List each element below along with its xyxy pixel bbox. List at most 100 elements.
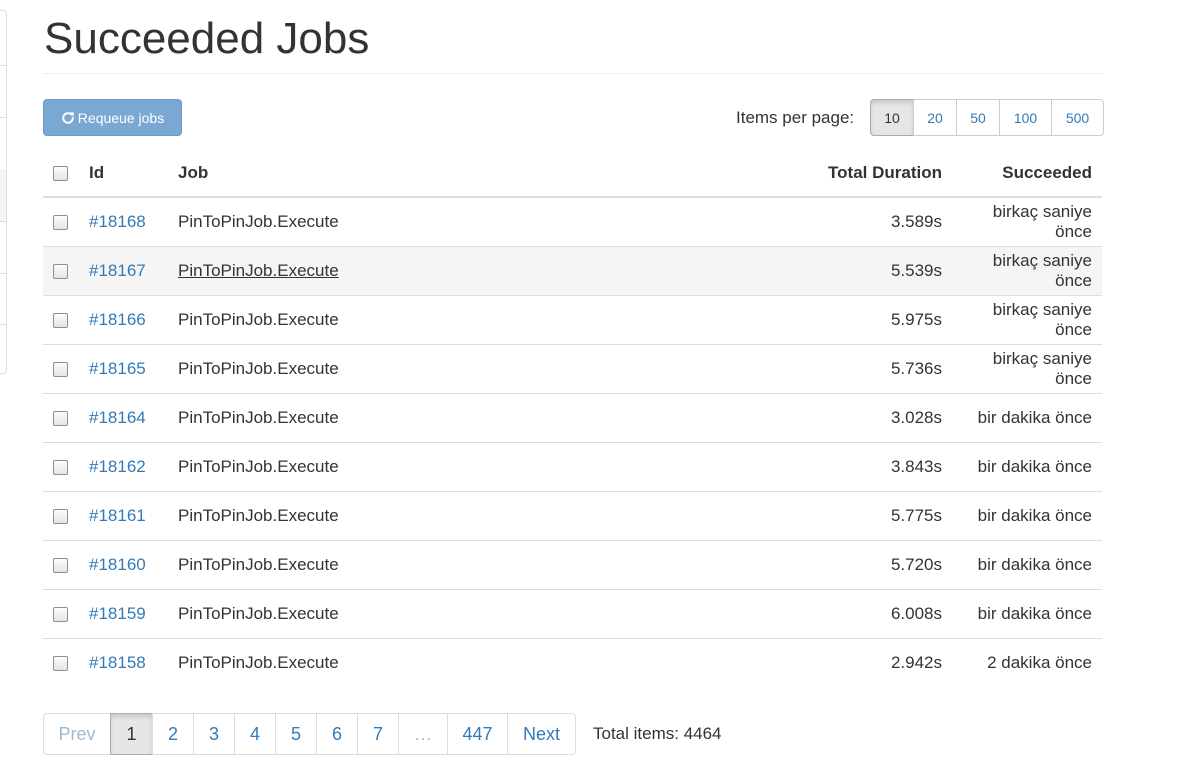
job-id-link[interactable]: #18162 xyxy=(89,457,146,476)
pagination-page-6[interactable]: 6 xyxy=(316,713,358,755)
job-id-link[interactable]: #18165 xyxy=(89,359,146,378)
row-succeeded: bir dakika önce xyxy=(952,588,1102,638)
row-job-cell: PinToPinJob.Execute xyxy=(168,490,772,540)
jobs-table: Id Job Total Duration Succeeded #18168 Pi… xyxy=(43,150,1102,687)
row-id-cell: #18160 xyxy=(89,539,168,589)
row-id-cell: #18168 xyxy=(89,197,168,246)
items-per-page-20[interactable]: 20 xyxy=(913,99,957,136)
sidebar-edge xyxy=(0,10,7,374)
row-id-cell: #18159 xyxy=(89,588,168,638)
row-duration: 5.775s xyxy=(772,490,952,540)
pagination-page-5[interactable]: 5 xyxy=(275,713,317,755)
items-per-page-label: Items per page: xyxy=(736,108,855,127)
items-per-page-500[interactable]: 500 xyxy=(1051,99,1104,136)
table-row[interactable]: #18166 PinToPinJob.Execute 5.975s birkaç sa… xyxy=(43,294,1102,344)
row-duration: 5.975s xyxy=(772,294,952,344)
row-job-cell: PinToPinJob.Execute xyxy=(168,197,772,246)
row-job-cell: PinToPinJob.Execute xyxy=(168,245,772,295)
pagination-page-7[interactable]: 7 xyxy=(357,713,399,755)
requeue-jobs-button[interactable]: Requeue jobs xyxy=(43,99,182,136)
job-name-link[interactable]: PinToPinJob.Execute xyxy=(178,310,339,329)
row-succeeded: bir dakika önce xyxy=(952,539,1102,589)
row-id-cell: #18162 xyxy=(89,441,168,491)
job-name-link[interactable]: PinToPinJob.Execute xyxy=(178,604,339,623)
row-id-cell: #18166 xyxy=(89,294,168,344)
pagination-page-4[interactable]: 4 xyxy=(234,713,276,755)
row-checkbox-cell xyxy=(43,245,89,295)
job-id-link[interactable]: #18167 xyxy=(89,261,146,280)
row-succeeded: bir dakika önce xyxy=(952,490,1102,540)
row-succeeded: bir dakika önce xyxy=(952,441,1102,491)
row-job-cell: PinToPinJob.Execute xyxy=(168,637,772,687)
table-row[interactable]: #18164 PinToPinJob.Execute 3.028s bir dakik… xyxy=(43,392,1102,442)
table-row[interactable]: #18167 PinToPinJob.Execute 5.539s birkaç sa… xyxy=(43,245,1102,295)
row-checkbox-cell xyxy=(43,588,89,638)
job-name-link[interactable]: PinToPinJob.Execute xyxy=(178,408,339,427)
row-checkbox[interactable] xyxy=(53,557,68,573)
row-succeeded: birkaç saniye önce xyxy=(952,343,1102,393)
pagination-prev[interactable]: Prev xyxy=(43,713,111,755)
table-row[interactable]: #18160 PinToPinJob.Execute 5.720s bir dakik… xyxy=(43,539,1102,589)
header-job: Job xyxy=(168,150,772,198)
table-row[interactable]: #18161 PinToPinJob.Execute 5.775s bir dakik… xyxy=(43,490,1102,540)
pagination-next[interactable]: Next xyxy=(507,713,576,755)
page-title: Succeeded Jobs xyxy=(44,14,370,63)
job-name-link[interactable]: PinToPinJob.Execute xyxy=(178,359,339,378)
row-duration: 6.008s xyxy=(772,588,952,638)
job-id-link[interactable]: #18166 xyxy=(89,310,146,329)
job-name-link[interactable]: PinToPinJob.Execute xyxy=(178,261,339,280)
select-all-checkbox[interactable] xyxy=(53,166,68,182)
items-per-page-group: 10 20 50 100 500 xyxy=(870,99,1104,136)
row-checkbox[interactable] xyxy=(53,312,68,328)
row-job-cell: PinToPinJob.Execute xyxy=(168,392,772,442)
row-succeeded: bir dakika önce xyxy=(952,392,1102,442)
job-id-link[interactable]: #18168 xyxy=(89,212,146,231)
title-divider xyxy=(43,73,1103,74)
row-checkbox[interactable] xyxy=(53,214,68,230)
pagination-page-447[interactable]: 447 xyxy=(447,713,508,755)
row-checkbox[interactable] xyxy=(53,459,68,475)
job-id-link[interactable]: #18159 xyxy=(89,604,146,623)
pagination-page-1[interactable]: 1 xyxy=(110,713,153,755)
row-checkbox-cell xyxy=(43,392,89,442)
job-name-link[interactable]: PinToPinJob.Execute xyxy=(178,506,339,525)
row-duration: 5.736s xyxy=(772,343,952,393)
row-checkbox[interactable] xyxy=(53,410,68,426)
job-name-link[interactable]: PinToPinJob.Execute xyxy=(178,653,339,672)
job-name-link[interactable]: PinToPinJob.Execute xyxy=(178,212,339,231)
job-id-link[interactable]: #18158 xyxy=(89,653,146,672)
pagination-page-2[interactable]: 2 xyxy=(152,713,194,755)
table-row[interactable]: #18165 PinToPinJob.Execute 5.736s birkaç sa… xyxy=(43,343,1102,393)
row-checkbox[interactable] xyxy=(53,263,68,279)
row-succeeded: birkaç saniye önce xyxy=(952,245,1102,295)
requeue-jobs-label: Requeue jobs xyxy=(77,109,165,126)
items-per-page-10[interactable]: 10 xyxy=(870,99,914,136)
row-checkbox-cell xyxy=(43,197,89,246)
row-duration: 3.843s xyxy=(772,441,952,491)
items-per-page-50[interactable]: 50 xyxy=(956,99,1000,136)
row-checkbox-cell xyxy=(43,294,89,344)
job-id-link[interactable]: #18161 xyxy=(89,506,146,525)
items-per-page-100[interactable]: 100 xyxy=(999,99,1052,136)
table-row[interactable]: #18159 PinToPinJob.Execute 6.008s bir dakik… xyxy=(43,588,1102,638)
row-checkbox[interactable] xyxy=(53,508,68,524)
row-duration: 3.028s xyxy=(772,392,952,442)
row-checkbox[interactable] xyxy=(53,361,68,377)
row-job-cell: PinToPinJob.Execute xyxy=(168,294,772,344)
table-row[interactable]: #18162 PinToPinJob.Execute 3.843s bir dakik… xyxy=(43,441,1102,491)
row-job-cell: PinToPinJob.Execute xyxy=(168,539,772,589)
job-name-link[interactable]: PinToPinJob.Execute xyxy=(178,457,339,476)
row-checkbox[interactable] xyxy=(53,606,68,622)
header-succeeded: Succeeded xyxy=(952,150,1102,198)
row-id-cell: #18158 xyxy=(89,637,168,687)
row-job-cell: PinToPinJob.Execute xyxy=(168,441,772,491)
table-row[interactable]: #18168 PinToPinJob.Execute 3.589s birkaç sa… xyxy=(43,197,1102,246)
job-id-link[interactable]: #18164 xyxy=(89,408,146,427)
job-id-link[interactable]: #18160 xyxy=(89,555,146,574)
table-row[interactable]: #18158 PinToPinJob.Execute 2.942s 2 dakika … xyxy=(43,637,1102,687)
job-name-link[interactable]: PinToPinJob.Execute xyxy=(178,555,339,574)
pagination-page-3[interactable]: 3 xyxy=(193,713,235,755)
row-succeeded: 2 dakika önce xyxy=(952,637,1102,687)
row-id-cell: #18161 xyxy=(89,490,168,540)
row-checkbox[interactable] xyxy=(53,655,68,671)
